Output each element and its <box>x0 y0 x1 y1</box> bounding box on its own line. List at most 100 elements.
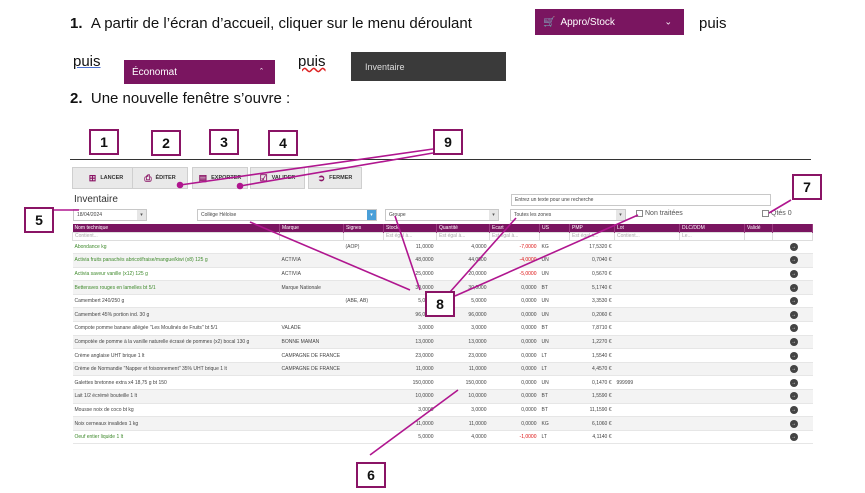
valider-button[interactable]: ☑ VALIDER <box>250 167 305 189</box>
filter-action <box>772 231 813 241</box>
cell-signes <box>343 348 384 363</box>
cell-qte[interactable]: 150,0000 <box>436 375 490 391</box>
table-row[interactable]: Activia fruits panachés abricot/fraise/m… <box>72 253 813 268</box>
dropdown-icon: ▾ <box>137 210 146 220</box>
cell-qte[interactable]: 3,0000 <box>436 403 490 418</box>
cell-us: BT <box>539 321 570 336</box>
filter-nom[interactable]: Contient... <box>72 231 280 241</box>
cell-signes <box>343 253 384 268</box>
inventaire-menu-item[interactable]: Inventaire <box>351 52 506 81</box>
table-row[interactable]: Crème anglaise UHT brique 1 lt CAMPAGNE D… <box>72 348 813 363</box>
table-row[interactable]: Compotée de pomme à la vanille naturelle… <box>72 335 813 350</box>
exporter-button[interactable]: ▤ EXPORTER <box>192 167 248 189</box>
arrow-right-circle-icon[interactable]: → <box>789 242 798 251</box>
cell-marque: CAMPAGNE DE FRANCE <box>279 362 344 377</box>
table-row[interactable]: Activia saveur vanille (x12) 125 g ACTIVI… <box>72 267 813 282</box>
table-row[interactable]: Noix cerneaux invalides 1 kg 11,0000 11,00… <box>72 416 813 431</box>
groupe-select[interactable]: Groupe ▾ <box>385 209 499 221</box>
cell-marque <box>279 375 344 391</box>
non-traitees-checkbox[interactable]: Non traitées <box>636 210 683 217</box>
exporter-label: EXPORTER <box>211 175 242 181</box>
col-nom[interactable]: Nom technique <box>72 224 280 232</box>
step-1-text: A partir de l’écran d’accueil, cliquer s… <box>90 15 472 32</box>
col-us[interactable]: US <box>539 224 570 232</box>
cell-qte[interactable]: 10,0000 <box>436 389 490 404</box>
col-valide[interactable]: Validé <box>744 224 773 232</box>
fermer-button[interactable]: ➲ FERMER <box>308 167 362 189</box>
cell-ecart: 0,0000 <box>489 307 540 323</box>
cell-qte[interactable]: 13,0000 <box>436 335 490 350</box>
col-lot[interactable]: Lot <box>614 224 680 232</box>
cell-dlc <box>679 389 745 404</box>
table-row[interactable]: Abondance kg (AOP) 11,0000 4,0000 -7,0000 KG 1… <box>72 240 813 255</box>
col-quantite[interactable]: Quantité <box>436 224 490 232</box>
col-marque[interactable]: Marque <box>279 224 344 232</box>
arrow-right-circle-icon[interactable]: → <box>789 337 798 346</box>
cell-lot <box>614 321 680 336</box>
table-row[interactable]: Crème de Normandie "Napper et foisonneme… <box>72 362 813 377</box>
col-pmp[interactable]: PMP <box>569 224 615 232</box>
filter-lot[interactable]: Contient... <box>614 231 680 241</box>
arrow-right-circle-icon[interactable]: → <box>789 256 798 265</box>
arrow-right-circle-icon[interactable]: → <box>789 351 798 360</box>
arrow-right-circle-icon[interactable]: → <box>789 419 798 428</box>
qtes-checkbox[interactable]: Qtés 0 <box>762 210 792 217</box>
filter-valide[interactable] <box>744 231 773 241</box>
cell-action: → <box>772 267 813 282</box>
col-ecart[interactable]: Ecart <box>489 224 540 232</box>
col-stock[interactable]: Stock <box>383 224 437 232</box>
cell-ecart: 0,0000 <box>489 348 540 363</box>
cell-qte[interactable]: 3,0000 <box>436 321 490 336</box>
col-signes[interactable]: Signes <box>343 224 384 232</box>
cell-valide <box>744 294 773 309</box>
cell-qte[interactable]: 44,0000 <box>436 253 490 268</box>
arrow-right-circle-icon[interactable]: → <box>789 433 798 442</box>
cell-qte[interactable]: 20,0000 <box>436 267 490 282</box>
editer-button[interactable]: ⎙ ÉDITER <box>132 167 188 189</box>
cell-valide <box>744 375 773 391</box>
cell-signes <box>343 280 384 295</box>
site-select[interactable]: Collège Héloïse ▾ <box>197 209 377 221</box>
cell-qte[interactable]: 11,0000 <box>436 362 490 377</box>
filter-marque[interactable] <box>279 231 344 241</box>
cell-qte[interactable]: 11,0000 <box>436 416 490 431</box>
table-row[interactable]: Galettes bretonne extra x4 18,75 g bt 15… <box>72 375 813 391</box>
arrow-right-circle-icon[interactable]: → <box>789 324 798 333</box>
table-row[interactable]: Compote pomme banane allégée "Les Moulin… <box>72 321 813 336</box>
chevron-up-icon: ˆ <box>260 67 263 77</box>
table-row[interactable]: Lait 1/2 écrémé bouteille 1 lt 10,0000 10,… <box>72 389 813 404</box>
table-row[interactable]: Oeuf entier liquide 1 lt 5,0000 4,0000 -1,0… <box>72 430 813 445</box>
arrow-right-circle-icon[interactable]: → <box>789 283 798 292</box>
filter-pmp[interactable]: Est égal à... <box>569 231 615 241</box>
arrow-right-circle-icon[interactable]: → <box>789 405 798 414</box>
arrow-right-circle-icon[interactable]: → <box>789 392 798 401</box>
search-input[interactable]: Entrez un texte pour une recherche <box>511 194 771 206</box>
filter-dlc[interactable]: Le... <box>679 231 745 241</box>
filter-signes[interactable] <box>343 231 384 241</box>
arrow-right-circle-icon[interactable]: → <box>789 365 798 374</box>
cell-nom: Compote pomme banane allégée "Les Moulin… <box>72 321 280 336</box>
cell-qte[interactable]: 4,0000 <box>436 430 490 445</box>
filter-us[interactable] <box>539 231 570 241</box>
table-row[interactable]: Mousse noix de coco bt kg 3,0000 3,0000 0,0… <box>72 403 813 418</box>
lancer-button[interactable]: ⊞ LANCER <box>72 167 140 189</box>
cell-qte[interactable]: 4,0000 <box>436 240 490 255</box>
cell-marque <box>279 307 344 323</box>
cell-dlc <box>679 403 745 418</box>
col-dlc[interactable]: DLC/DDM <box>679 224 745 232</box>
printer-icon: ⎙ <box>144 172 152 183</box>
arrow-right-circle-icon[interactable]: → <box>789 378 798 387</box>
arrow-right-circle-icon[interactable]: → <box>789 297 798 306</box>
filter-stock[interactable]: Est égal à... <box>383 231 437 241</box>
appro-stock-menu[interactable]: 🛒 Appro/Stock ⌄ <box>535 9 684 35</box>
economat-menu[interactable]: Économat ˆ <box>124 60 275 84</box>
arrow-right-circle-icon[interactable]: → <box>789 310 798 319</box>
filter-quantite[interactable]: Est égal à... <box>436 231 490 241</box>
cell-qte[interactable]: 23,0000 <box>436 348 490 363</box>
zones-select[interactable]: Toutes les zones ▾ <box>510 209 626 221</box>
arrow-right-circle-icon[interactable]: → <box>789 269 798 278</box>
filter-ecart[interactable]: Est égal à... <box>489 231 540 241</box>
cell-stock: 3,0000 <box>383 321 437 336</box>
date-field[interactable]: 18/04/2024 ▾ <box>73 209 147 221</box>
cell-signes <box>343 335 384 350</box>
